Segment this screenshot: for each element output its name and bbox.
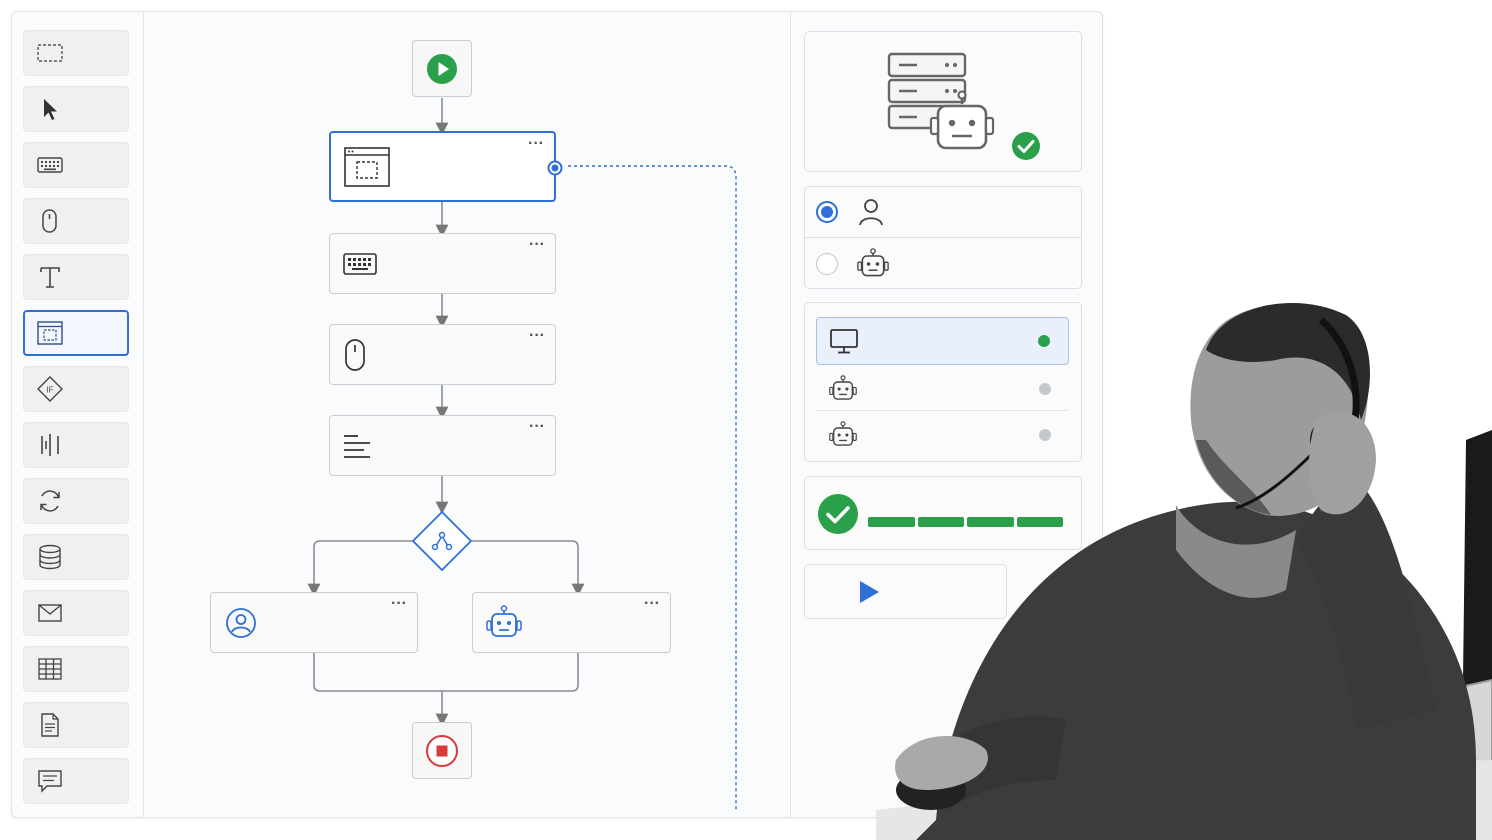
- radio-bot[interactable]: [816, 252, 838, 275]
- flow-start-node[interactable]: [412, 40, 472, 97]
- flow-end-node[interactable]: [412, 722, 472, 779]
- flow-step-text[interactable]: ···: [329, 415, 556, 476]
- robot-icon: [829, 375, 857, 400]
- envelope-icon: [38, 604, 62, 622]
- mouse-icon: [42, 209, 57, 233]
- tool-parallel[interactable]: [23, 422, 129, 468]
- robot-icon: [857, 247, 889, 276]
- tool-database[interactable]: [23, 534, 129, 580]
- step-menu-icon[interactable]: ···: [528, 136, 544, 152]
- tool-document[interactable]: [23, 702, 129, 748]
- check-circle-icon: [818, 494, 858, 534]
- stop-circle-icon: [426, 734, 458, 767]
- executor-selector: [804, 186, 1082, 289]
- tool-if-condition[interactable]: IF: [23, 366, 129, 412]
- step-menu-icon[interactable]: ···: [391, 596, 407, 612]
- window-capture-icon: [37, 321, 63, 345]
- tool-select-region[interactable]: [23, 30, 129, 76]
- check-icon: [1012, 132, 1040, 160]
- tool-cursor[interactable]: [23, 86, 129, 132]
- toolbox-sidebar: IF: [12, 12, 144, 817]
- server-robot-icon: [887, 52, 995, 150]
- flow-step-window-capture[interactable]: ···: [329, 131, 563, 202]
- step-menu-icon[interactable]: ···: [529, 237, 545, 253]
- step-menu-icon[interactable]: ···: [529, 328, 545, 344]
- user-circle-icon: [226, 607, 256, 638]
- tool-loop[interactable]: [23, 478, 129, 524]
- flow-step-human[interactable]: ···: [210, 592, 418, 653]
- play-circle-icon: [427, 53, 457, 84]
- runtime-status-card: [804, 31, 1082, 172]
- branch-diamond-icon[interactable]: [411, 510, 473, 572]
- executor-option-bot[interactable]: [805, 238, 1081, 289]
- operator-photo: [876, 302, 1492, 840]
- tool-mouse[interactable]: [23, 198, 129, 244]
- keyboard-icon: [37, 157, 63, 173]
- robot-icon: [829, 420, 857, 446]
- tool-keyboard[interactable]: [23, 142, 129, 188]
- flow-step-bot[interactable]: ···: [472, 592, 671, 653]
- text-icon: [40, 267, 60, 288]
- flow-canvas[interactable]: ··· ··· ··· ··· ··· ···: [144, 12, 789, 817]
- text-lines-icon: [344, 434, 370, 458]
- flow-step-keyboard[interactable]: ···: [329, 233, 556, 294]
- if-label: IF: [46, 386, 53, 395]
- tool-text[interactable]: [23, 254, 129, 300]
- tool-email[interactable]: [23, 590, 129, 636]
- parallel-bars-icon: [41, 434, 59, 456]
- radio-human[interactable]: [816, 201, 838, 223]
- step-menu-icon[interactable]: ···: [529, 419, 545, 435]
- tool-comment[interactable]: [23, 758, 129, 804]
- refresh-icon: [40, 490, 60, 512]
- robot-icon: [486, 604, 522, 637]
- connector-port-icon[interactable]: [547, 160, 563, 176]
- comment-icon: [38, 770, 62, 793]
- table-icon: [38, 658, 62, 680]
- tool-table[interactable]: [23, 646, 129, 692]
- database-icon: [39, 544, 61, 570]
- pointer-icon: [44, 99, 57, 120]
- user-icon: [859, 199, 883, 226]
- executor-option-human[interactable]: [805, 187, 1081, 238]
- monitor-icon: [830, 329, 858, 354]
- keyboard-icon: [343, 252, 377, 275]
- mouse-icon: [345, 338, 365, 371]
- dashed-selection-icon: [37, 44, 63, 62]
- tool-window-capture[interactable]: [23, 310, 129, 356]
- step-menu-icon[interactable]: ···: [644, 596, 660, 612]
- document-icon: [41, 713, 59, 737]
- if-diamond-icon: IF: [37, 376, 63, 402]
- flow-step-mouse[interactable]: ···: [329, 324, 556, 385]
- window-capture-icon: [344, 146, 390, 187]
